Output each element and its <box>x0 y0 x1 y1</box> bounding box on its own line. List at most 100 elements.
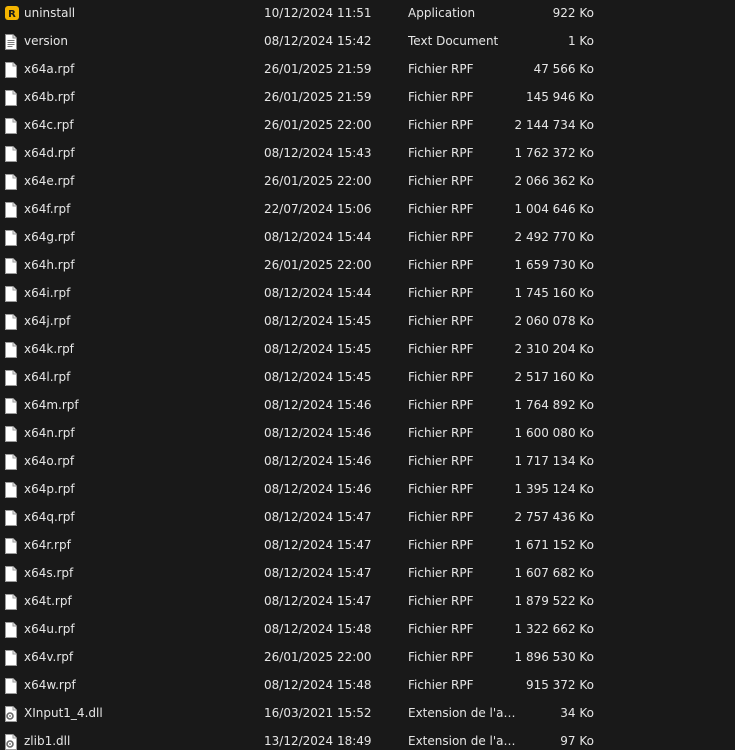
file-name: x64c.rpf <box>24 118 74 132</box>
file-icon <box>5 230 19 246</box>
file-row[interactable]: x64k.rpf 08/12/2024 15:45 Fichier RPF 2 310… <box>0 336 735 364</box>
file-name: zlib1.dll <box>24 734 71 748</box>
file-name: x64g.rpf <box>24 230 75 244</box>
file-icon <box>5 146 19 162</box>
file-icon <box>5 454 19 470</box>
dll-gear-icon <box>5 706 19 722</box>
file-row[interactable]: x64j.rpf 08/12/2024 15:45 Fichier RPF 2 060… <box>0 308 735 336</box>
file-name: x64h.rpf <box>24 258 75 272</box>
file-date-modified: 16/03/2021 15:52 <box>264 706 372 720</box>
file-row[interactable]: version 08/12/2024 15:42 Text Document 1 Ko <box>0 28 735 56</box>
file-name: XInput1_4.dll <box>24 706 103 720</box>
file-icon <box>5 482 19 498</box>
file-name: x64s.rpf <box>24 566 74 580</box>
file-name: x64k.rpf <box>24 342 74 356</box>
file-name: x64d.rpf <box>24 146 75 160</box>
file-date-modified: 08/12/2024 15:46 <box>264 426 372 440</box>
file-row[interactable]: x64b.rpf 26/01/2025 21:59 Fichier RPF 145 9… <box>0 84 735 112</box>
file-size: 1 671 152 Ko <box>514 538 595 552</box>
file-name: x64o.rpf <box>24 454 75 468</box>
rockstar-app-icon: R <box>5 6 19 22</box>
svg-text:R: R <box>8 9 16 20</box>
file-row[interactable]: x64n.rpf 08/12/2024 15:46 Fichier RPF 1 600… <box>0 420 735 448</box>
file-icon <box>5 510 19 526</box>
file-date-modified: 08/12/2024 15:46 <box>264 482 372 496</box>
file-size: 1 659 730 Ko <box>514 258 595 272</box>
file-date-modified: 26/01/2025 21:59 <box>264 62 372 76</box>
file-name: x64m.rpf <box>24 398 79 412</box>
file-date-modified: 08/12/2024 15:47 <box>264 510 372 524</box>
file-name: x64l.rpf <box>24 370 71 384</box>
file-date-modified: 08/12/2024 15:43 <box>264 146 372 160</box>
file-name: uninstall <box>24 6 76 20</box>
file-size: 2 066 362 Ko <box>514 174 595 188</box>
file-row[interactable]: x64t.rpf 08/12/2024 15:47 Fichier RPF 1 879… <box>0 588 735 616</box>
file-icon <box>5 286 19 302</box>
file-name: x64i.rpf <box>24 286 71 300</box>
file-size: 97 Ko <box>560 734 594 748</box>
file-name: x64n.rpf <box>24 426 75 440</box>
file-row[interactable]: x64q.rpf 08/12/2024 15:47 Fichier RPF 2 757… <box>0 504 735 532</box>
file-size: 2 310 204 Ko <box>514 342 595 356</box>
file-name: x64b.rpf <box>24 90 75 104</box>
file-row[interactable]: x64r.rpf 08/12/2024 15:47 Fichier RPF 1 671… <box>0 532 735 560</box>
file-name: x64a.rpf <box>24 62 75 76</box>
file-icon <box>5 594 19 610</box>
file-list: Runinstall 10/12/2024 11:51 Application 922… <box>0 0 735 750</box>
file-icon <box>5 426 19 442</box>
file-row[interactable]: x64m.rpf 08/12/2024 15:46 Fichier RPF 1 764… <box>0 392 735 420</box>
file-row[interactable]: x64e.rpf 26/01/2025 22:00 Fichier RPF 2 066… <box>0 168 735 196</box>
file-date-modified: 08/12/2024 15:44 <box>264 230 372 244</box>
file-row[interactable]: x64v.rpf 26/01/2025 22:00 Fichier RPF 1 896… <box>0 644 735 672</box>
file-name: x64j.rpf <box>24 314 71 328</box>
file-icon <box>5 258 19 274</box>
file-date-modified: 08/12/2024 15:47 <box>264 594 372 608</box>
file-size: 145 946 Ko <box>525 90 594 104</box>
file-icon <box>5 678 19 694</box>
file-size: 915 372 Ko <box>525 678 594 692</box>
file-row[interactable]: x64s.rpf 08/12/2024 15:47 Fichier RPF 1 607… <box>0 560 735 588</box>
file-size: 1 600 080 Ko <box>514 426 595 440</box>
file-row[interactable]: zlib1.dll 13/12/2024 18:49 Extension de l'… <box>0 728 735 750</box>
file-row[interactable]: x64d.rpf 08/12/2024 15:43 Fichier RPF 1 762… <box>0 140 735 168</box>
file-name: x64u.rpf <box>24 622 75 636</box>
file-row[interactable]: x64a.rpf 26/01/2025 21:59 Fichier RPF 47 56… <box>0 56 735 84</box>
file-row[interactable]: x64u.rpf 08/12/2024 15:48 Fichier RPF 1 322… <box>0 616 735 644</box>
file-date-modified: 08/12/2024 15:44 <box>264 286 372 300</box>
file-size: 1 762 372 Ko <box>514 146 595 160</box>
file-icon <box>5 398 19 414</box>
file-date-modified: 08/12/2024 15:45 <box>264 370 372 384</box>
file-date-modified: 08/12/2024 15:47 <box>264 538 372 552</box>
file-icon <box>5 174 19 190</box>
file-name: x64q.rpf <box>24 510 75 524</box>
file-row[interactable]: x64l.rpf 08/12/2024 15:45 Fichier RPF 2 517… <box>0 364 735 392</box>
file-size: 2 757 436 Ko <box>514 510 595 524</box>
file-row[interactable]: Runinstall 10/12/2024 11:51 Application 922… <box>0 0 735 28</box>
file-size: 34 Ko <box>560 706 594 720</box>
file-row[interactable]: x64h.rpf 26/01/2025 22:00 Fichier RPF 1 659… <box>0 252 735 280</box>
file-name: x64e.rpf <box>24 174 75 188</box>
file-icon <box>5 650 19 666</box>
file-row[interactable]: x64o.rpf 08/12/2024 15:46 Fichier RPF 1 717… <box>0 448 735 476</box>
file-icon <box>5 118 19 134</box>
file-row[interactable]: x64f.rpf 22/07/2024 15:06 Fichier RPF 1 004… <box>0 196 735 224</box>
file-date-modified: 26/01/2025 21:59 <box>264 90 372 104</box>
file-name: x64p.rpf <box>24 482 75 496</box>
file-row[interactable]: XInput1_4.dll 16/03/2021 15:52 Extension d… <box>0 700 735 728</box>
file-icon <box>5 90 19 106</box>
file-date-modified: 26/01/2025 22:00 <box>264 118 372 132</box>
file-date-modified: 08/12/2024 15:48 <box>264 678 372 692</box>
file-row[interactable]: x64w.rpf 08/12/2024 15:48 Fichier RPF 915 3… <box>0 672 735 700</box>
file-size: 1 607 682 Ko <box>514 566 595 580</box>
file-icon <box>5 314 19 330</box>
file-date-modified: 26/01/2025 22:00 <box>264 174 372 188</box>
file-row[interactable]: x64c.rpf 26/01/2025 22:00 Fichier RPF 2 144… <box>0 112 735 140</box>
file-date-modified: 08/12/2024 15:45 <box>264 342 372 356</box>
file-size: 2 492 770 Ko <box>514 230 595 244</box>
file-size: 1 717 134 Ko <box>514 454 595 468</box>
file-row[interactable]: x64i.rpf 08/12/2024 15:44 Fichier RPF 1 745… <box>0 280 735 308</box>
file-row[interactable]: x64p.rpf 08/12/2024 15:46 Fichier RPF 1 395… <box>0 476 735 504</box>
file-name: x64f.rpf <box>24 202 71 216</box>
file-icon <box>5 202 19 218</box>
file-row[interactable]: x64g.rpf 08/12/2024 15:44 Fichier RPF 2 492… <box>0 224 735 252</box>
